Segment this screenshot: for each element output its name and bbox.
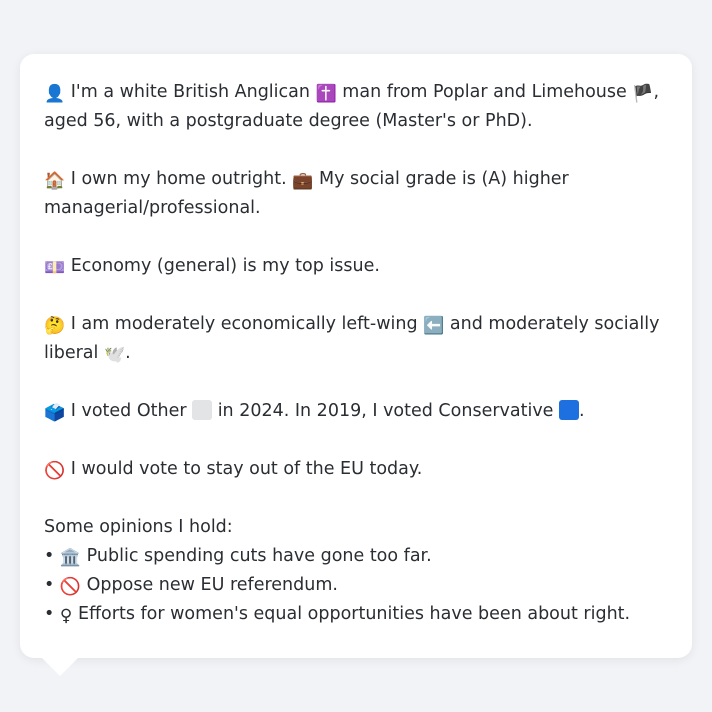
message-bubble: 👤 I'm a white British Anglican ✝️ man fr… bbox=[20, 54, 692, 658]
female-sign-icon: ♀ bbox=[59, 606, 73, 626]
england-flag-icon: 🏴 bbox=[632, 84, 654, 104]
bullet: • bbox=[44, 546, 55, 566]
bullet: • bbox=[44, 575, 55, 595]
dove-icon: 🕊️ bbox=[103, 345, 126, 365]
bullet: • bbox=[44, 604, 55, 624]
house-icon: 🏠 bbox=[44, 171, 66, 191]
conservative-square-icon bbox=[559, 400, 580, 420]
classical-building-icon: 🏛️ bbox=[59, 548, 82, 568]
banknote-icon: 💷 bbox=[44, 258, 66, 278]
opinion-text: Oppose new EU referendum. bbox=[86, 575, 338, 595]
opinion-text: Efforts for women's equal opportunities … bbox=[77, 604, 631, 624]
vote-end: . bbox=[579, 401, 585, 421]
eu-text: I would vote to stay out of the EU today… bbox=[70, 459, 423, 479]
identity-text-a: I'm a white British Anglican bbox=[70, 82, 310, 102]
opinion-item: • 🚫 Oppose new EU referendum. bbox=[44, 571, 668, 600]
vote-paragraph: 🗳️ I voted Other in 2024. In 2019, I vot… bbox=[44, 397, 668, 426]
opinion-item: • 🏛️ Public spending cuts have gone too … bbox=[44, 542, 668, 571]
cross-icon: ✝️ bbox=[315, 84, 337, 104]
prohibited-icon: 🚫 bbox=[44, 461, 66, 481]
ideology-paragraph: 🤔 I am moderately economically left-wing… bbox=[44, 310, 668, 368]
prohibited-icon: 🚫 bbox=[59, 577, 82, 597]
home-text: I own my home outright. bbox=[70, 169, 287, 189]
opinions-paragraph: Some opinions I hold: • 🏛️ Public spendi… bbox=[44, 513, 668, 629]
eu-paragraph: 🚫 I would vote to stay out of the EU tod… bbox=[44, 455, 668, 484]
identity-paragraph: 👤 I'm a white British Anglican ✝️ man fr… bbox=[44, 78, 668, 136]
identity-text-b: man from Poplar and Limehouse bbox=[342, 82, 627, 102]
ballot-box-icon: 🗳️ bbox=[44, 403, 66, 423]
opinion-item: • ♀ Efforts for women's equal opportunit… bbox=[44, 600, 668, 629]
issue-paragraph: 💷 Economy (general) is my top issue. bbox=[44, 252, 668, 281]
opinions-heading: Some opinions I hold: bbox=[44, 517, 233, 537]
thinking-face-icon: 🤔 bbox=[44, 316, 66, 336]
other-party-square-icon bbox=[192, 400, 213, 420]
person-icon: 👤 bbox=[44, 84, 66, 104]
bubble-tail bbox=[40, 656, 80, 676]
opinion-text: Public spending cuts have gone too far. bbox=[86, 546, 432, 566]
left-arrow-icon: ⬅️ bbox=[423, 316, 445, 336]
housing-paragraph: 🏠 I own my home outright. 💼 My social gr… bbox=[44, 165, 668, 223]
ideology-end: . bbox=[125, 343, 131, 363]
vote-text-b: in 2024. In 2019, I voted Conservative bbox=[217, 401, 554, 421]
issue-text: Economy (general) is my top issue. bbox=[70, 256, 380, 276]
briefcase-icon: 💼 bbox=[292, 171, 314, 191]
vote-text-a: I voted Other bbox=[70, 401, 187, 421]
ideology-text-a: I am moderately economically left-wing bbox=[70, 314, 418, 334]
